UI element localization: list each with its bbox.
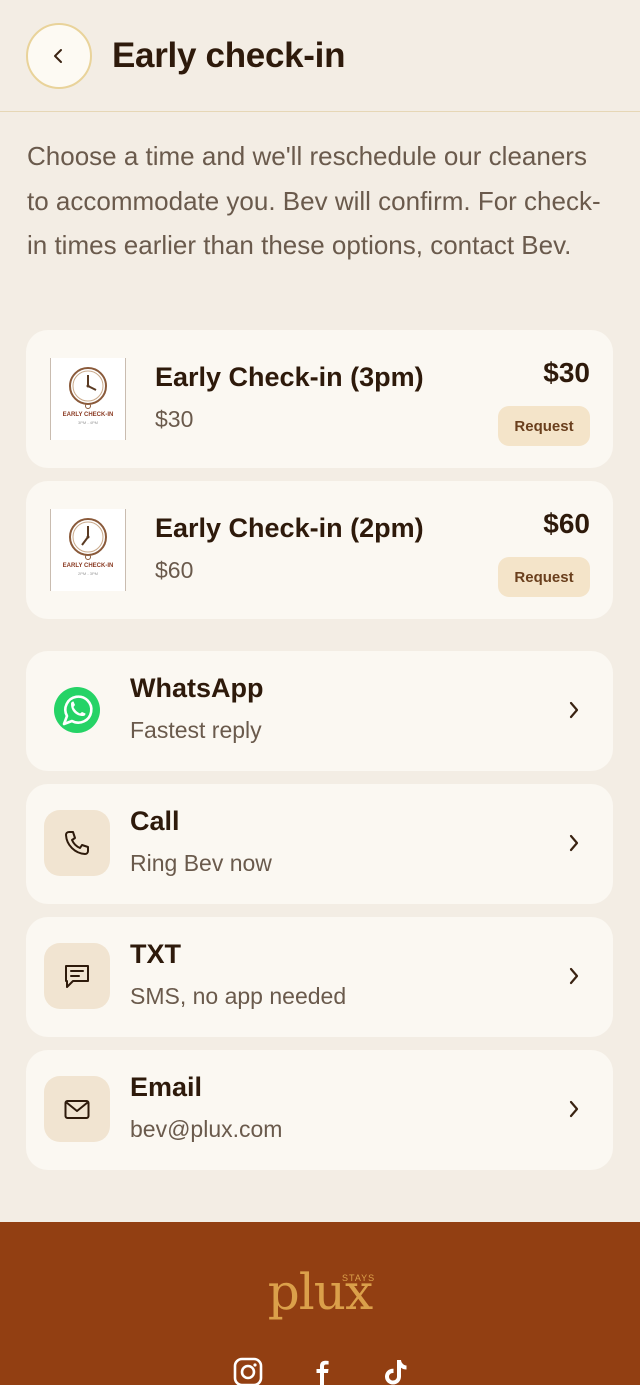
contact-subtitle: Fastest reply — [130, 717, 262, 743]
logo-wordmark: plux — [267, 1263, 373, 1321]
offer-subtitle: $30 — [155, 406, 194, 432]
contact-subtitle: bev@plux.com — [130, 1116, 283, 1142]
offer-subtitle: $60 — [155, 557, 194, 583]
offer-thumbnail: EARLY CHECK-IN 3PM - 4PM — [50, 358, 126, 440]
phone-icon — [65, 831, 89, 855]
offer-price: $60 — [543, 508, 590, 539]
phone-icon-wrapper — [44, 810, 110, 876]
page-title: Early check-in — [112, 35, 346, 75]
social-links — [232, 1356, 412, 1385]
thumbnail-subcaption: 3PM - 4PM — [77, 420, 98, 425]
contact-email[interactable]: Email bev@plux.com — [26, 1050, 613, 1170]
whatsapp-icon-wrapper — [44, 677, 110, 743]
offer-thumbnail: EARLY CHECK-IN 2PM - 3PM — [50, 509, 126, 591]
request-button[interactable]: Request — [498, 406, 590, 446]
footer: plux STAYS — [0, 1222, 640, 1385]
chevron-right-icon — [561, 830, 587, 856]
contact-title: Call — [130, 806, 180, 836]
contact-whatsapp[interactable]: WhatsApp Fastest reply — [26, 651, 613, 771]
whatsapp-icon — [54, 687, 100, 733]
intro-text: Choose a time and we'll reschedule our c… — [27, 141, 601, 260]
mail-icon-wrapper — [44, 1076, 110, 1142]
thumbnail-caption: EARLY CHECK-IN — [62, 563, 114, 569]
plux-logo: plux — [0, 1264, 640, 1320]
offer-card-2pm[interactable]: EARLY CHECK-IN 2PM - 3PM Early Check-in … — [26, 481, 613, 619]
clock-icon — [69, 367, 107, 409]
back-button[interactable] — [26, 22, 92, 89]
request-button[interactable]: Request — [498, 557, 590, 597]
thumbnail-subcaption: 2PM - 3PM — [77, 571, 98, 576]
logo-subtitle: STAYS — [342, 1273, 376, 1283]
offer-price: $30 — [543, 357, 590, 388]
contact-subtitle: SMS, no app needed — [130, 983, 347, 1009]
chevron-right-icon — [561, 963, 587, 989]
chevron-right-icon — [561, 697, 587, 723]
contact-title: TXT — [130, 939, 181, 969]
offer-name: Early Check-in (3pm) — [155, 362, 424, 392]
tiktok-icon[interactable] — [380, 1356, 412, 1385]
message-icon-wrapper — [44, 943, 110, 1009]
contact-title: WhatsApp — [130, 673, 264, 703]
contact-txt[interactable]: TXT SMS, no app needed — [26, 917, 613, 1037]
contact-call[interactable]: Call Ring Bev now — [26, 784, 613, 904]
facebook-icon[interactable] — [306, 1356, 338, 1385]
instagram-icon[interactable] — [232, 1356, 264, 1385]
chevron-right-icon — [561, 1096, 587, 1122]
thumbnail-caption: EARLY CHECK-IN — [62, 412, 114, 418]
message-icon — [65, 965, 89, 988]
mail-icon — [64, 1100, 90, 1119]
header: Early check-in — [0, 0, 640, 112]
chevron-left-icon — [54, 48, 62, 63]
offer-card-3pm[interactable]: EARLY CHECK-IN 3PM - 4PM Early Check-in … — [26, 330, 613, 468]
contact-title: Email — [130, 1072, 203, 1102]
offer-name: Early Check-in (2pm) — [155, 513, 424, 543]
contact-subtitle: Ring Bev now — [130, 850, 272, 876]
clock-icon — [69, 518, 107, 560]
